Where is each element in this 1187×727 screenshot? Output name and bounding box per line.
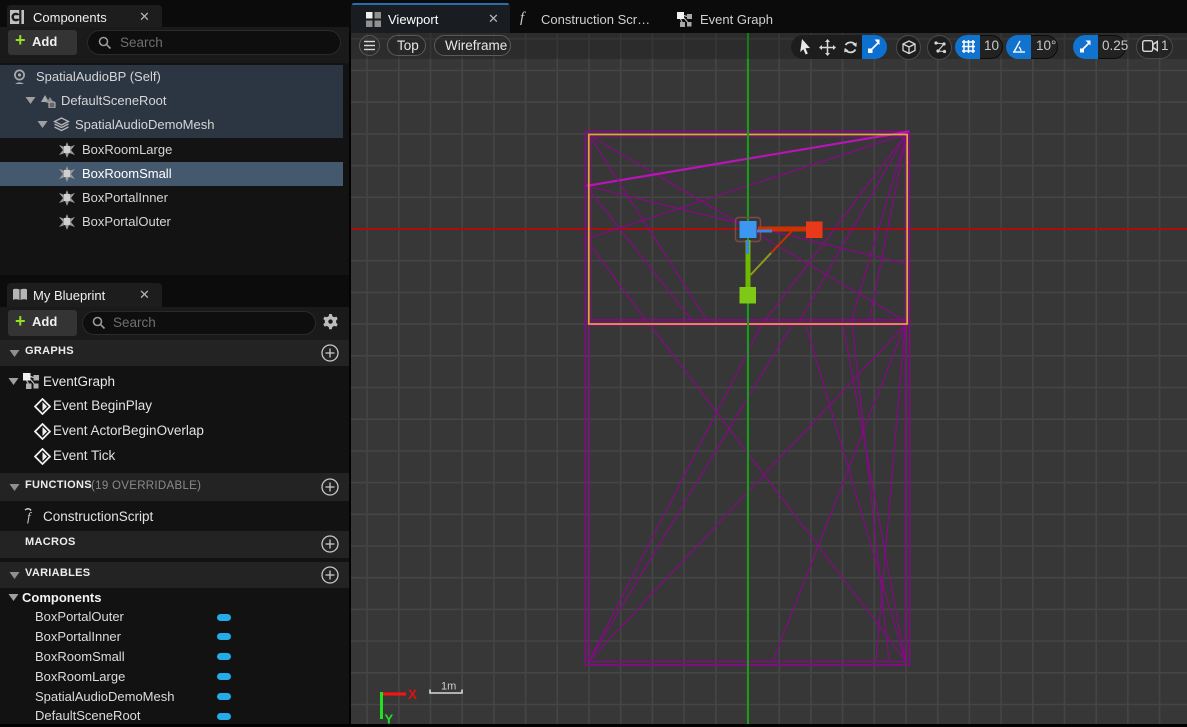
- svg-text:f: f: [27, 509, 33, 524]
- svg-text:X: X: [408, 687, 417, 702]
- svg-text:1m: 1m: [441, 681, 456, 693]
